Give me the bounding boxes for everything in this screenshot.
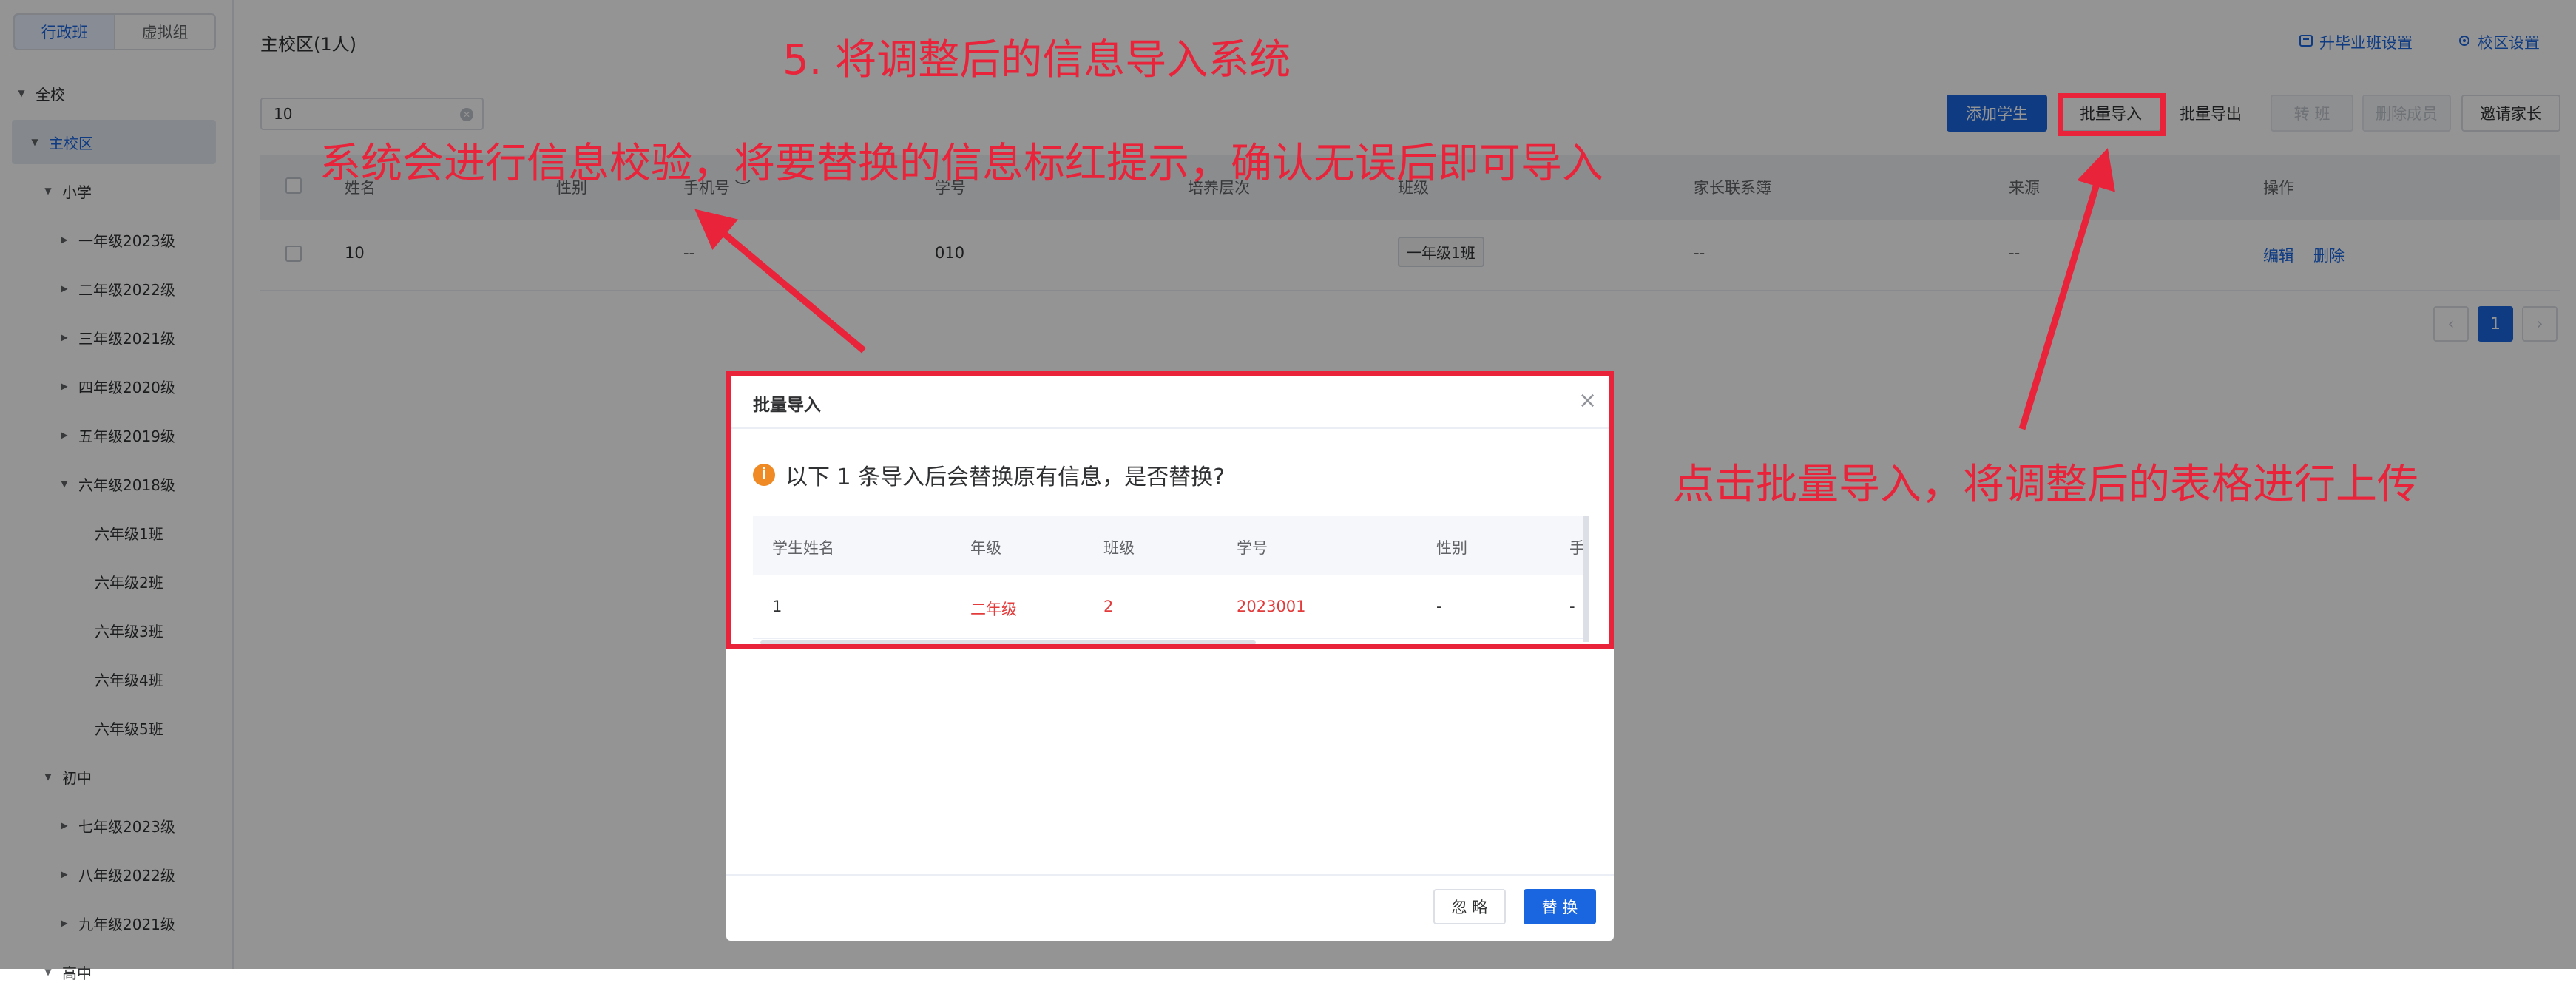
arrow-to-phone-column bbox=[694, 209, 866, 354]
arrow-to-import-button bbox=[2018, 148, 2115, 430]
annotation-arrows bbox=[694, 148, 2115, 430]
